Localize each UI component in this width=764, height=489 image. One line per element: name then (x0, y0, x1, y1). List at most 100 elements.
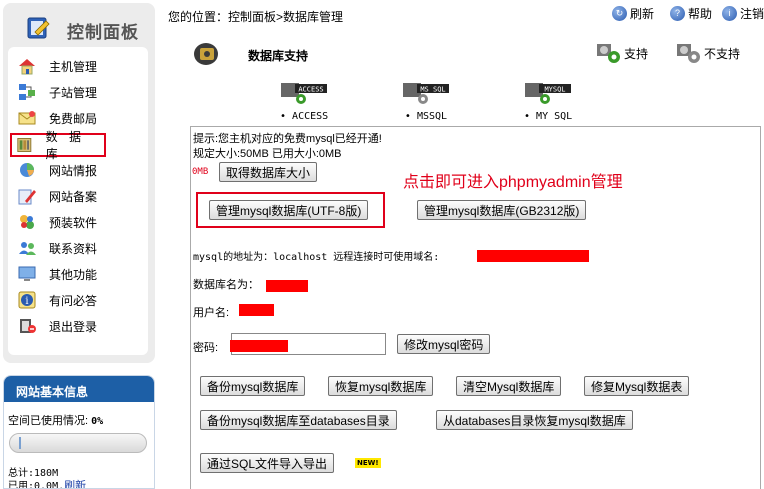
gears-unsupported-icon (677, 44, 700, 63)
svg-text:i: i (25, 296, 28, 307)
sql-import-export-button[interactable]: 通过SQL文件导入导出 (200, 453, 335, 473)
database-icon (17, 138, 32, 152)
sidebar-item-mail[interactable]: 免费邮局 (14, 107, 140, 129)
sidebar-item-label: 免费邮局 (49, 111, 98, 126)
legend-unsupported-label: 不支持 (704, 46, 741, 61)
password-row: 密码: (193, 339, 218, 355)
redacted-username (239, 304, 274, 316)
refresh-link[interactable]: ↻ 刷新 (612, 5, 654, 22)
repair-mysql-button[interactable]: 修复Mysql数据表 (584, 376, 690, 396)
sidebar-item-label: 有问必答 (49, 293, 98, 308)
change-mysql-password-button[interactable]: 修改mysql密码 (397, 334, 491, 354)
database-support-icon (194, 43, 218, 65)
logout-label: 注销 (740, 7, 764, 21)
envelope-icon (18, 111, 36, 125)
redacted-db-name (266, 280, 308, 292)
legend-unsupported: 不支持 (676, 42, 740, 64)
monitor-icon (18, 266, 36, 281)
breadcrumb: 您的位置：控制面板>数据库管理 (168, 10, 344, 24)
sidebar-item-label: 数 据 库 (45, 130, 85, 161)
mysql-address: mysql的地址为：localhost 远程连接时可使用域名: (193, 248, 439, 263)
sidebar-item-label: 网站情报 (49, 163, 98, 178)
sidebar-item-subsite[interactable]: 子站管理 (14, 81, 140, 103)
db-type-access: ACCESS • ACCESS (280, 83, 328, 122)
db-size-value: 0MB (192, 167, 209, 177)
svg-text:MYSQL: MYSQL (545, 86, 566, 94)
database-support-title: 数据库支持 (248, 49, 309, 63)
control-panel-logo-icon (27, 17, 50, 39)
refresh-label: 刷新 (630, 7, 655, 21)
sidebar-item-label: 网站备案 (49, 189, 98, 204)
sidebar-menu: 主机管理 子站管理 免费邮局 数 据 库 网站情报 网站备案 预装软件 联系资料… (8, 47, 148, 355)
pen-icon (18, 189, 36, 205)
sidebar-item-database[interactable]: 数 据 库 (10, 130, 106, 161)
gears-supported-icon (597, 44, 620, 63)
space-used-detail: 已用:0.0M,刷新 (8, 477, 86, 488)
sidebar-item-logout[interactable]: 退出登录 (14, 315, 140, 337)
space-usage-bar (9, 433, 147, 453)
house-icon (19, 59, 35, 75)
logout-link[interactable]: i 注销 (722, 5, 764, 22)
manage-mysql-utf8-button[interactable]: 管理mysql数据库(UTF-8版) (209, 200, 369, 220)
backup-to-databases-dir-button[interactable]: 备份mysql数据库至databases目录 (200, 410, 397, 430)
sidebar-panel: 控制面板 主机管理 子站管理 免费邮局 数 据 库 网站情报 网站备案 预装软件… (3, 3, 155, 363)
svg-text:MS SQL: MS SQL (420, 86, 445, 94)
space-used-line: 空间已使用情况: 0% (8, 412, 103, 428)
sidebar-item-software[interactable]: 预装软件 (14, 211, 140, 233)
db-name-row: 数据库名为： (193, 276, 259, 292)
db-type-mysql: MYSQL • MY SQL (524, 83, 572, 122)
basic-info-title: 网站基本信息 (4, 376, 154, 402)
space-used-value: 0% (91, 416, 104, 427)
contacts-icon (19, 242, 36, 255)
db-type-mssql: MS SQL • MSSQL (403, 83, 449, 122)
restore-from-databases-dir-button[interactable]: 从databases目录恢复mysql数据库 (436, 410, 633, 430)
redacted-domain (477, 250, 589, 262)
info-icon: i (18, 291, 36, 309)
svg-text:ACCESS: ACCESS (298, 86, 323, 94)
sidebar-item-other[interactable]: 其他功能 (14, 263, 140, 285)
sidebar-item-contacts[interactable]: 联系资料 (14, 237, 140, 259)
chart-icon (20, 163, 34, 177)
restore-mysql-button[interactable]: 恢复mysql数据库 (328, 376, 434, 396)
help-link[interactable]: ? 帮助 (670, 5, 712, 22)
site-basic-info-panel: 网站基本信息 空间已使用情况: 0% 总计:180M 已用:0.0M,刷新 (3, 375, 155, 489)
sidebar-item-label: 退出登录 (49, 319, 98, 334)
sidebar-item-label: 子站管理 (49, 85, 98, 100)
db-type-label: • ACCESS (280, 111, 329, 122)
sidebar-item-record[interactable]: 网站备案 (14, 185, 140, 207)
refresh-space-link[interactable]: 刷新 (64, 480, 86, 488)
sidebar-item-siteinfo[interactable]: 网站情报 (14, 159, 140, 181)
username-row: 用户名: (193, 304, 229, 320)
legend-supported-label: 支持 (624, 46, 649, 61)
mysql-address-label: mysql的地址为：localhost 远程连接时可使用域名: (193, 252, 440, 263)
backup-mysql-button[interactable]: 备份mysql数据库 (200, 376, 306, 396)
mssql-support-badge-icon: MS SQL (403, 83, 449, 104)
sidebar-item-host[interactable]: 主机管理 (14, 55, 140, 77)
space-usage-bar-fill (19, 437, 21, 449)
refresh-icon: ↻ (612, 6, 627, 21)
clear-mysql-button[interactable]: 清空Mysql数据库 (456, 376, 562, 396)
sidebar-item-faq[interactable]: i 有问必答 (14, 289, 140, 311)
logout-icon (20, 319, 36, 333)
db-type-label: • MSSQL (404, 111, 448, 122)
mysql-support-badge-icon: MYSQL (525, 83, 572, 104)
get-db-size-button[interactable]: 取得数据库大小 (219, 162, 318, 182)
sidebar-item-label: 其他功能 (49, 267, 98, 282)
help-label: 帮助 (688, 7, 713, 21)
username-label: 用户名: (193, 307, 230, 319)
puzzle-icon (20, 215, 34, 229)
manage-mysql-gb2312-button[interactable]: 管理mysql数据库(GB2312版) (417, 200, 587, 220)
logout-top-icon: i (722, 6, 737, 21)
help-icon: ? (670, 6, 685, 21)
db-type-label: • MY SQL (524, 111, 573, 122)
db-name-label: 数据库名为： (193, 279, 259, 291)
notice-size: 规定大小:50MB 已用大小:0MB (193, 148, 342, 160)
password-label: 密码: (193, 342, 219, 354)
sidebar-item-label: 主机管理 (49, 59, 98, 74)
panel-header: 控制面板 (3, 3, 155, 47)
access-support-badge-icon: ACCESS (281, 83, 328, 104)
sidebar-item-label: 联系资料 (49, 241, 98, 256)
sitemap-icon (19, 84, 35, 100)
redacted-password (230, 340, 288, 352)
panel-title: 控制面板 (67, 23, 139, 42)
